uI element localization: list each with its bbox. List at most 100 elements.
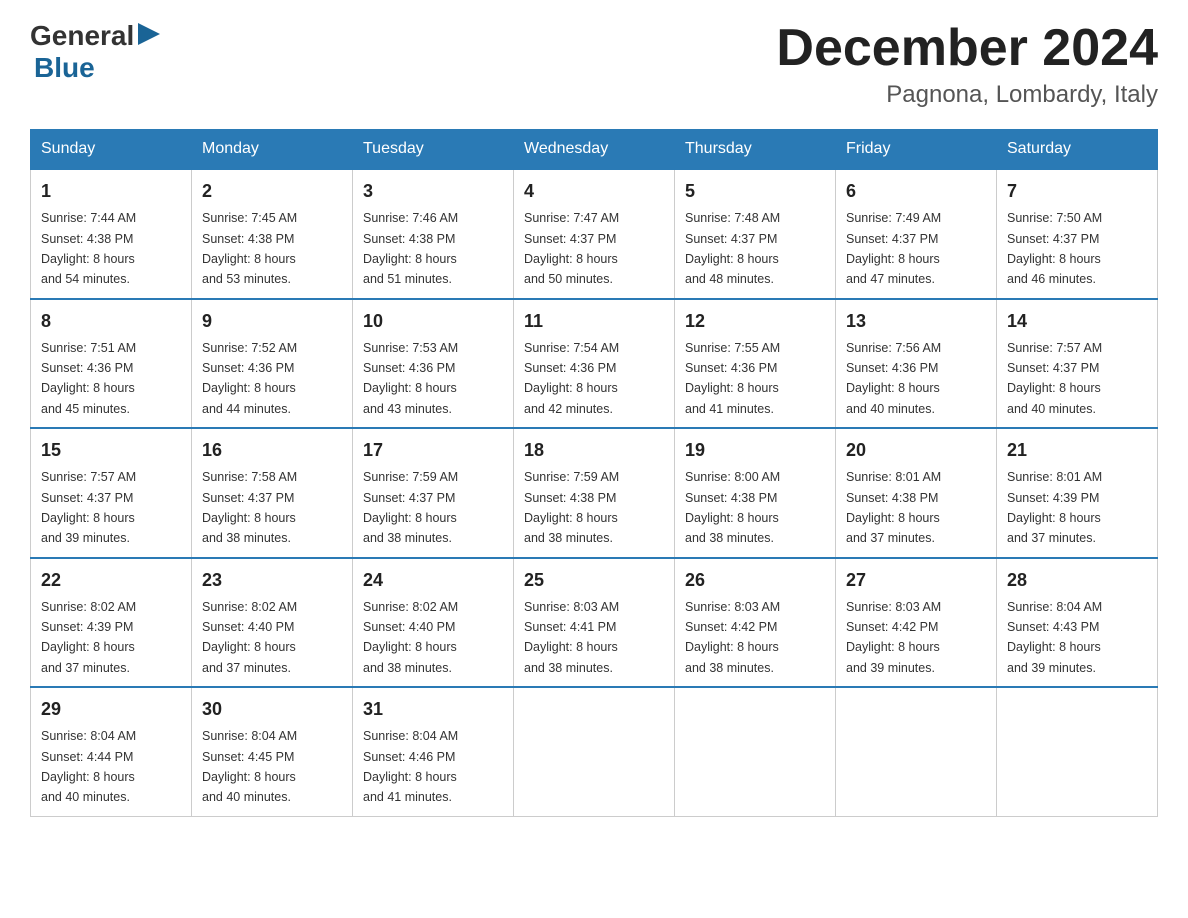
day-number: 14 [1007, 308, 1147, 335]
day-number: 31 [363, 696, 503, 723]
day-info: Sunrise: 8:04 AM Sunset: 4:46 PM Dayligh… [363, 729, 458, 804]
calendar-week-row: 8 Sunrise: 7:51 AM Sunset: 4:36 PM Dayli… [31, 299, 1158, 429]
day-info: Sunrise: 7:55 AM Sunset: 4:36 PM Dayligh… [685, 341, 780, 416]
table-row: 1 Sunrise: 7:44 AM Sunset: 4:38 PM Dayli… [31, 169, 192, 299]
day-number: 30 [202, 696, 342, 723]
table-row: 25 Sunrise: 8:03 AM Sunset: 4:41 PM Dayl… [514, 558, 675, 688]
calendar-week-row: 1 Sunrise: 7:44 AM Sunset: 4:38 PM Dayli… [31, 169, 1158, 299]
day-number: 10 [363, 308, 503, 335]
col-sunday: Sunday [31, 130, 192, 170]
day-info: Sunrise: 7:44 AM Sunset: 4:38 PM Dayligh… [41, 211, 136, 286]
table-row: 31 Sunrise: 8:04 AM Sunset: 4:46 PM Dayl… [353, 687, 514, 816]
table-row: 5 Sunrise: 7:48 AM Sunset: 4:37 PM Dayli… [675, 169, 836, 299]
col-tuesday: Tuesday [353, 130, 514, 170]
table-row: 6 Sunrise: 7:49 AM Sunset: 4:37 PM Dayli… [836, 169, 997, 299]
day-number: 19 [685, 437, 825, 464]
table-row: 16 Sunrise: 7:58 AM Sunset: 4:37 PM Dayl… [192, 428, 353, 558]
col-monday: Monday [192, 130, 353, 170]
day-info: Sunrise: 8:03 AM Sunset: 4:42 PM Dayligh… [685, 600, 780, 675]
col-thursday: Thursday [675, 130, 836, 170]
day-number: 8 [41, 308, 181, 335]
day-info: Sunrise: 8:03 AM Sunset: 4:42 PM Dayligh… [846, 600, 941, 675]
day-info: Sunrise: 8:01 AM Sunset: 4:39 PM Dayligh… [1007, 470, 1102, 545]
table-row: 23 Sunrise: 8:02 AM Sunset: 4:40 PM Dayl… [192, 558, 353, 688]
day-number: 7 [1007, 178, 1147, 205]
table-row: 7 Sunrise: 7:50 AM Sunset: 4:37 PM Dayli… [997, 169, 1158, 299]
table-row: 13 Sunrise: 7:56 AM Sunset: 4:36 PM Dayl… [836, 299, 997, 429]
table-row: 3 Sunrise: 7:46 AM Sunset: 4:38 PM Dayli… [353, 169, 514, 299]
day-number: 26 [685, 567, 825, 594]
calendar-header-row: Sunday Monday Tuesday Wednesday Thursday… [31, 130, 1158, 170]
day-number: 16 [202, 437, 342, 464]
table-row: 30 Sunrise: 8:04 AM Sunset: 4:45 PM Dayl… [192, 687, 353, 816]
day-info: Sunrise: 8:02 AM Sunset: 4:39 PM Dayligh… [41, 600, 136, 675]
calendar-table: Sunday Monday Tuesday Wednesday Thursday… [30, 129, 1158, 817]
day-number: 6 [846, 178, 986, 205]
table-row: 18 Sunrise: 7:59 AM Sunset: 4:38 PM Dayl… [514, 428, 675, 558]
day-info: Sunrise: 8:00 AM Sunset: 4:38 PM Dayligh… [685, 470, 780, 545]
day-number: 11 [524, 308, 664, 335]
day-number: 24 [363, 567, 503, 594]
day-info: Sunrise: 7:59 AM Sunset: 4:37 PM Dayligh… [363, 470, 458, 545]
table-row: 28 Sunrise: 8:04 AM Sunset: 4:43 PM Dayl… [997, 558, 1158, 688]
day-number: 22 [41, 567, 181, 594]
table-row [836, 687, 997, 816]
day-info: Sunrise: 7:56 AM Sunset: 4:36 PM Dayligh… [846, 341, 941, 416]
table-row: 24 Sunrise: 8:02 AM Sunset: 4:40 PM Dayl… [353, 558, 514, 688]
calendar-week-row: 22 Sunrise: 8:02 AM Sunset: 4:39 PM Dayl… [31, 558, 1158, 688]
day-number: 4 [524, 178, 664, 205]
col-wednesday: Wednesday [514, 130, 675, 170]
day-info: Sunrise: 7:57 AM Sunset: 4:37 PM Dayligh… [1007, 341, 1102, 416]
day-info: Sunrise: 8:01 AM Sunset: 4:38 PM Dayligh… [846, 470, 941, 545]
logo-general-text: General [30, 20, 134, 52]
calendar-week-row: 15 Sunrise: 7:57 AM Sunset: 4:37 PM Dayl… [31, 428, 1158, 558]
table-row: 2 Sunrise: 7:45 AM Sunset: 4:38 PM Dayli… [192, 169, 353, 299]
day-info: Sunrise: 8:04 AM Sunset: 4:44 PM Dayligh… [41, 729, 136, 804]
day-number: 25 [524, 567, 664, 594]
table-row: 19 Sunrise: 8:00 AM Sunset: 4:38 PM Dayl… [675, 428, 836, 558]
day-number: 21 [1007, 437, 1147, 464]
day-number: 15 [41, 437, 181, 464]
table-row: 15 Sunrise: 7:57 AM Sunset: 4:37 PM Dayl… [31, 428, 192, 558]
logo-arrow-icon [138, 23, 160, 45]
table-row: 26 Sunrise: 8:03 AM Sunset: 4:42 PM Dayl… [675, 558, 836, 688]
title-section: December 2024 Pagnona, Lombardy, Italy [776, 20, 1158, 109]
day-info: Sunrise: 7:46 AM Sunset: 4:38 PM Dayligh… [363, 211, 458, 286]
day-info: Sunrise: 7:52 AM Sunset: 4:36 PM Dayligh… [202, 341, 297, 416]
day-info: Sunrise: 7:59 AM Sunset: 4:38 PM Dayligh… [524, 470, 619, 545]
day-number: 13 [846, 308, 986, 335]
col-friday: Friday [836, 130, 997, 170]
col-saturday: Saturday [997, 130, 1158, 170]
day-number: 5 [685, 178, 825, 205]
table-row [514, 687, 675, 816]
day-number: 3 [363, 178, 503, 205]
page-header: General Blue December 2024 Pagnona, Lomb… [30, 20, 1158, 109]
day-info: Sunrise: 7:50 AM Sunset: 4:37 PM Dayligh… [1007, 211, 1102, 286]
day-number: 29 [41, 696, 181, 723]
calendar-week-row: 29 Sunrise: 8:04 AM Sunset: 4:44 PM Dayl… [31, 687, 1158, 816]
day-info: Sunrise: 7:45 AM Sunset: 4:38 PM Dayligh… [202, 211, 297, 286]
day-info: Sunrise: 8:04 AM Sunset: 4:45 PM Dayligh… [202, 729, 297, 804]
table-row [675, 687, 836, 816]
day-info: Sunrise: 7:48 AM Sunset: 4:37 PM Dayligh… [685, 211, 780, 286]
table-row: 29 Sunrise: 8:04 AM Sunset: 4:44 PM Dayl… [31, 687, 192, 816]
day-info: Sunrise: 7:49 AM Sunset: 4:37 PM Dayligh… [846, 211, 941, 286]
table-row: 17 Sunrise: 7:59 AM Sunset: 4:37 PM Dayl… [353, 428, 514, 558]
day-number: 9 [202, 308, 342, 335]
day-number: 23 [202, 567, 342, 594]
day-info: Sunrise: 8:02 AM Sunset: 4:40 PM Dayligh… [363, 600, 458, 675]
day-info: Sunrise: 7:47 AM Sunset: 4:37 PM Dayligh… [524, 211, 619, 286]
logo-blue-text: Blue [34, 52, 95, 83]
table-row [997, 687, 1158, 816]
day-number: 20 [846, 437, 986, 464]
day-info: Sunrise: 7:54 AM Sunset: 4:36 PM Dayligh… [524, 341, 619, 416]
day-info: Sunrise: 8:04 AM Sunset: 4:43 PM Dayligh… [1007, 600, 1102, 675]
day-number: 17 [363, 437, 503, 464]
day-info: Sunrise: 8:02 AM Sunset: 4:40 PM Dayligh… [202, 600, 297, 675]
day-number: 18 [524, 437, 664, 464]
table-row: 22 Sunrise: 8:02 AM Sunset: 4:39 PM Dayl… [31, 558, 192, 688]
day-number: 12 [685, 308, 825, 335]
day-number: 2 [202, 178, 342, 205]
table-row: 9 Sunrise: 7:52 AM Sunset: 4:36 PM Dayli… [192, 299, 353, 429]
location-title: Pagnona, Lombardy, Italy [776, 81, 1158, 109]
